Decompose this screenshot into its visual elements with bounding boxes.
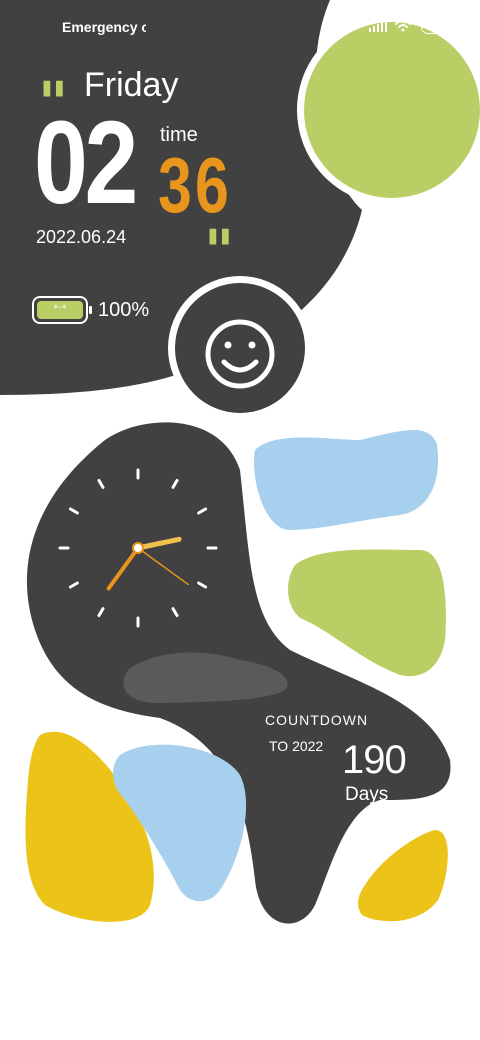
date-label: 2022.06.24	[36, 227, 127, 247]
battery-icon: 100	[420, 20, 450, 34]
countdown-unit: Days	[345, 784, 389, 805]
yellow-blob-right	[358, 830, 448, 922]
countdown-subtitle: TO 2022	[269, 738, 324, 754]
battery-face: *ᵕ*	[37, 301, 83, 319]
battery-widget-icon: *ᵕ*	[32, 296, 92, 324]
countdown-days: 190	[342, 738, 407, 782]
status-bar-right: 100	[420, 20, 450, 34]
minute-digits: 36	[158, 141, 232, 229]
battery-nub	[89, 306, 92, 314]
blue-blob-top	[254, 429, 439, 530]
green-blob-middle	[288, 549, 446, 677]
smile-button[interactable]	[175, 283, 305, 413]
hour-digits: 02	[34, 97, 138, 229]
quote-close-icon: "	[204, 217, 234, 285]
carrier-label: Emergency c	[62, 19, 146, 35]
countdown-title: COUNTDOWN	[265, 712, 369, 728]
clock-center-dot	[132, 542, 144, 554]
battery-percent: 100%	[98, 299, 150, 321]
